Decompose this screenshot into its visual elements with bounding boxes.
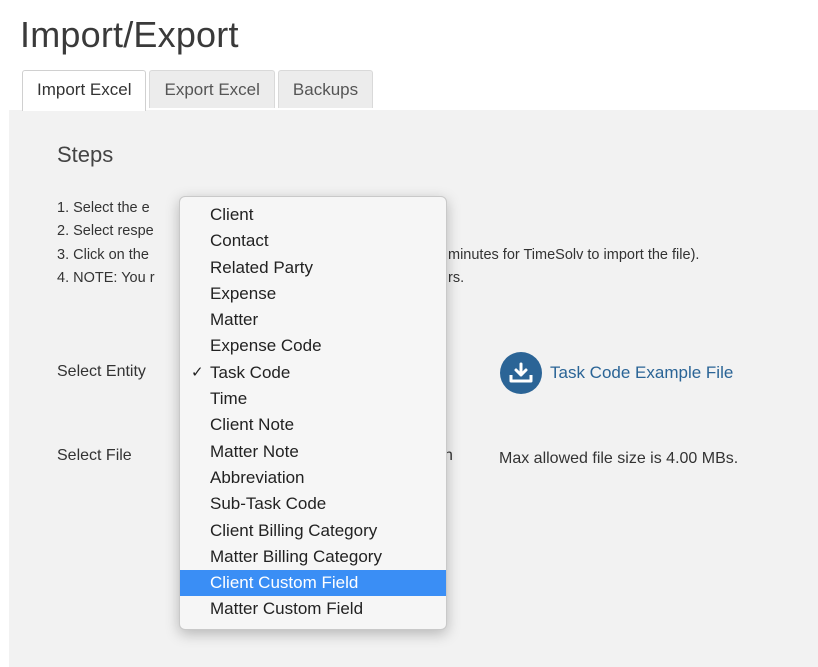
select-file-label: Select File bbox=[57, 447, 132, 464]
step-3-text: 3. Click on the bbox=[57, 247, 149, 263]
steps-heading: Steps bbox=[57, 142, 114, 167]
dropdown-option-matter-custom-field[interactable]: Matter Custom Field bbox=[180, 596, 446, 622]
option-label: Abbreviation bbox=[210, 467, 305, 487]
option-label: Matter bbox=[210, 310, 259, 330]
option-label: Contact bbox=[210, 231, 269, 251]
option-label: Client Note bbox=[210, 415, 295, 435]
dropdown-option-sub-task-code[interactable]: Sub-Task Code bbox=[180, 491, 446, 517]
page-title: Import/Export bbox=[20, 14, 239, 55]
option-label: Matter Note bbox=[210, 441, 299, 461]
option-label: Expense bbox=[210, 283, 277, 303]
step-2-text: 2. Select respe bbox=[57, 223, 154, 239]
tab-bar: Import Excel Export Excel Backups bbox=[22, 70, 376, 111]
dropdown-option-client-custom-field[interactable]: Client Custom Field bbox=[180, 570, 446, 597]
dropdown-option-client[interactable]: Client bbox=[180, 202, 446, 228]
dropdown-option-task-code[interactable]: ✓ Task Code bbox=[180, 360, 446, 386]
dropdown-option-matter[interactable]: Matter bbox=[180, 307, 446, 333]
option-label: Client bbox=[210, 205, 254, 224]
dropdown-option-expense-code[interactable]: Expense Code bbox=[180, 333, 446, 359]
tab-import-excel[interactable]: Import Excel bbox=[22, 70, 147, 111]
option-label: Matter Custom Field bbox=[210, 599, 364, 619]
option-label: Expense Code bbox=[210, 336, 322, 356]
checkmark-icon: ✓ bbox=[191, 363, 204, 381]
dropdown-option-client-note[interactable]: Client Note bbox=[180, 412, 446, 438]
option-label: Related Party bbox=[210, 257, 313, 277]
entity-dropdown-menu[interactable]: Client Contact Related Party Expense Mat… bbox=[179, 196, 447, 630]
tab-export-excel[interactable]: Export Excel bbox=[149, 70, 275, 108]
step-4-text: 4. NOTE: You r bbox=[57, 270, 155, 286]
dropdown-option-matter-note[interactable]: Matter Note bbox=[180, 439, 446, 465]
option-label: Matter Billing Category bbox=[210, 546, 382, 566]
option-label: Client Custom Field bbox=[210, 573, 359, 593]
dropdown-option-abbreviation[interactable]: Abbreviation bbox=[180, 465, 446, 491]
step-1-text: 1. Select the e bbox=[57, 200, 150, 216]
option-label: Task Code bbox=[210, 362, 291, 382]
dropdown-option-matter-billing-category[interactable]: Matter Billing Category bbox=[180, 544, 446, 570]
dropdown-option-contact[interactable]: Contact bbox=[180, 228, 446, 254]
step-3-text-tail: minutes for TimeSolv to import the file)… bbox=[448, 247, 700, 263]
example-file-link[interactable]: Task Code Example File bbox=[500, 352, 733, 394]
tab-backups[interactable]: Backups bbox=[277, 70, 374, 108]
download-icon bbox=[500, 352, 542, 394]
dropdown-option-related-party[interactable]: Related Party bbox=[180, 255, 446, 281]
dropdown-option-expense[interactable]: Expense bbox=[180, 281, 446, 307]
dropdown-option-client-billing-category[interactable]: Client Billing Category bbox=[180, 518, 446, 544]
option-label: Sub-Task Code bbox=[210, 494, 327, 514]
option-label: Client Billing Category bbox=[210, 520, 378, 540]
dropdown-option-time[interactable]: Time bbox=[180, 386, 446, 412]
option-label: Time bbox=[210, 389, 248, 409]
example-file-link-text[interactable]: Task Code Example File bbox=[550, 363, 733, 383]
select-entity-label: Select Entity bbox=[57, 363, 146, 380]
step-4-text-tail: rs. bbox=[448, 270, 465, 286]
file-size-hint: Max allowed file size is 4.00 MBs. bbox=[499, 450, 739, 467]
